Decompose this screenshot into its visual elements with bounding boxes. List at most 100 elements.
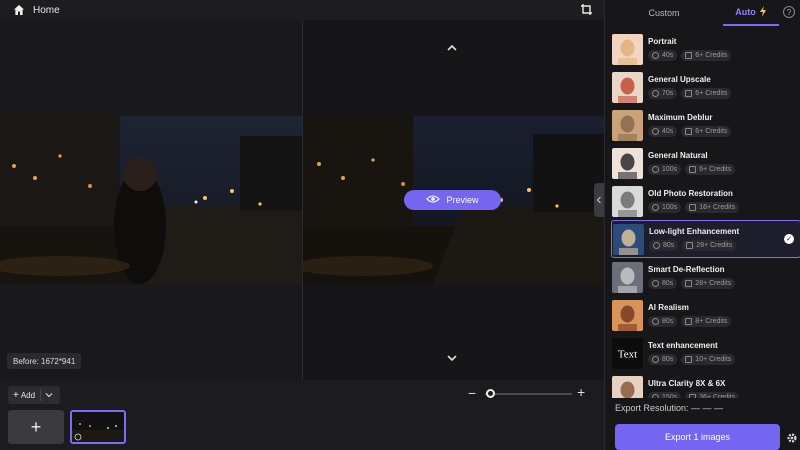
model-meta: 80s 28+ Credits <box>649 240 739 251</box>
credits-pill: 10+ Credits <box>681 354 736 365</box>
zoom-in-button[interactable]: + <box>577 384 585 400</box>
split-divider[interactable] <box>302 20 303 380</box>
gear-icon[interactable] <box>786 431 798 443</box>
preview-button[interactable]: Preview <box>404 190 501 210</box>
credit-icon <box>685 280 693 287</box>
model-info: Smart De-Reflection 80s 28+ Credits <box>648 265 736 289</box>
time-value: 40s <box>662 52 674 59</box>
model-thumbnail <box>612 299 643 331</box>
model-item[interactable]: Old Photo Restoration 100s 16+ Credits <box>611 182 800 220</box>
zoom-slider-knob[interactable] <box>486 389 495 398</box>
time-pill: 40s <box>648 126 678 137</box>
clock-icon <box>652 280 659 287</box>
help-icon[interactable]: ? <box>783 6 795 18</box>
model-thumbnail <box>612 375 643 398</box>
model-title: Low-light Enhancement <box>649 227 740 236</box>
model-title: Old Photo Restoration <box>648 189 733 198</box>
model-title: Maximum Deblur <box>648 113 713 122</box>
model-item[interactable]: Text Text enhancement 80s 10+ Credits <box>611 334 800 372</box>
clock-icon <box>653 242 660 249</box>
model-info: General Upscale 70s 6+ Credits <box>648 75 732 99</box>
model-thumbnail <box>612 261 643 293</box>
model-item[interactable]: Smart De-Reflection 80s 28+ Credits <box>611 258 800 296</box>
model-meta: 100s 16+ Credits <box>648 202 740 213</box>
credit-icon <box>689 204 697 211</box>
before-resolution-label: Before: 1672*941 <box>7 353 82 369</box>
time-pill: 80s <box>648 278 678 289</box>
model-item[interactable]: General Natural 100s 6+ Credits <box>611 144 800 182</box>
credits-value: 28+ Credits <box>695 280 732 287</box>
credits-value: 36+ Credits <box>699 394 736 398</box>
credits-pill: 6+ Credits <box>681 88 732 99</box>
before-photo <box>0 116 302 284</box>
model-title: Text enhancement <box>648 341 718 350</box>
chevron-up-icon[interactable] <box>444 40 460 56</box>
add-image-tile[interactable]: + <box>8 410 64 444</box>
model-thumbnail <box>613 223 644 255</box>
zoom-slider-track[interactable] <box>485 393 572 395</box>
home-icon[interactable] <box>12 3 26 17</box>
time-value: 100s <box>662 204 678 211</box>
clock-icon <box>652 356 659 363</box>
zoom-out-button[interactable]: − <box>468 385 476 401</box>
model-item[interactable]: Low-light Enhancement 80s 28+ Credits ✓ <box>611 220 800 258</box>
tab-custom[interactable]: Custom <box>605 0 723 26</box>
model-meta: 150s 36+ Credits <box>648 392 740 398</box>
credit-icon <box>685 128 693 135</box>
model-info: General Natural 100s 6+ Credits <box>648 151 736 175</box>
clock-icon <box>652 52 659 59</box>
workspace: Home Preview Before: 1672*941 + Add + − … <box>0 0 604 450</box>
top-bar: Home <box>0 0 604 20</box>
time-pill: 70s <box>648 88 678 99</box>
model-title: Ultra Clarity 8X & 6X <box>648 379 726 388</box>
model-info: Ultra Clarity 8X & 6X 150s 36+ Credits <box>648 379 740 398</box>
time-pill: 40s <box>648 50 678 61</box>
home-link[interactable]: Home <box>33 5 60 16</box>
credits-pill: 6+ Credits <box>685 164 736 175</box>
model-item[interactable]: AI Realism 80s 8+ Credits <box>611 296 800 334</box>
credits-pill: 28+ Credits <box>682 240 737 251</box>
collapse-panel-toggle[interactable] <box>594 183 604 217</box>
credit-icon <box>685 90 693 97</box>
time-pill: 100s <box>648 202 682 213</box>
credits-value: 8+ Credits <box>695 318 728 325</box>
time-value: 70s <box>662 90 674 97</box>
chevron-left-icon <box>596 196 601 204</box>
chevron-down-icon[interactable] <box>45 391 53 400</box>
model-meta: 80s 10+ Credits <box>648 354 736 365</box>
tab-auto-label: Auto <box>735 7 756 17</box>
model-item[interactable]: Portrait 40s 6+ Credits <box>611 30 800 68</box>
model-thumbnail <box>612 147 643 179</box>
crop-icon[interactable] <box>580 3 594 17</box>
model-list: Portrait 40s 6+ Credits General Upscale 70s 6… <box>611 30 800 398</box>
model-item[interactable]: Ultra Clarity 8X & 6X 150s 36+ Credits <box>611 372 800 398</box>
time-value: 80s <box>662 356 674 363</box>
model-info: Text enhancement 80s 10+ Credits <box>648 341 736 365</box>
tab-auto[interactable]: Auto <box>723 0 779 26</box>
export-button[interactable]: Export 1 images <box>615 424 780 450</box>
comparison-canvas: Preview Before: 1672*941 <box>0 20 604 380</box>
model-meta: 80s 28+ Credits <box>648 278 736 289</box>
model-thumbnail <box>612 185 643 217</box>
clock-icon <box>652 90 659 97</box>
model-title: Smart De-Reflection <box>648 265 725 274</box>
credits-pill: 6+ Credits <box>681 50 732 61</box>
model-item[interactable]: General Upscale 70s 6+ Credits <box>611 68 800 106</box>
eye-icon <box>426 194 441 206</box>
lightning-icon <box>759 5 767 19</box>
model-info: Maximum Deblur 40s 6+ Credits <box>648 113 732 137</box>
time-value: 100s <box>662 166 678 173</box>
credits-pill: 36+ Credits <box>685 392 740 398</box>
model-thumbnail <box>612 71 643 103</box>
credit-icon <box>686 242 694 249</box>
image-thumbnail[interactable] <box>70 410 126 444</box>
add-button[interactable]: + Add <box>8 386 60 404</box>
model-item[interactable]: Maximum Deblur 40s 6+ Credits <box>611 106 800 144</box>
time-value: 150s <box>662 394 678 398</box>
credits-pill: 16+ Credits <box>685 202 740 213</box>
preview-label: Preview <box>446 195 479 205</box>
model-title: AI Realism <box>648 303 689 312</box>
chevron-down-icon[interactable] <box>444 350 460 366</box>
export-resolution: Export Resolution: — — — <box>615 403 724 413</box>
model-title: Portrait <box>648 37 677 46</box>
